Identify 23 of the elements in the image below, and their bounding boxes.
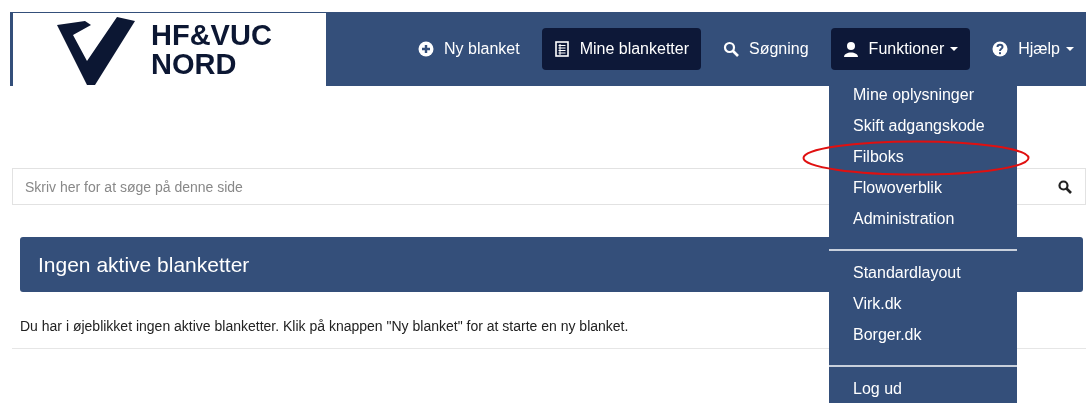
- nav-link[interactable]: Funktioner: [830, 28, 971, 70]
- help-icon: [992, 41, 1009, 57]
- nav-link[interactable]: Mine blanketter: [541, 28, 701, 70]
- menu-item[interactable]: Mine oplysninger: [853, 86, 974, 103]
- nav-link[interactable]: Ny blanket: [406, 28, 532, 70]
- menu-item[interactable]: Administration: [853, 210, 955, 227]
- user-icon: [842, 41, 859, 57]
- menu-item[interactable]: Flowoverblik: [853, 179, 942, 196]
- menu-item[interactable]: Skift adgangskode: [853, 117, 985, 134]
- menu-item[interactable]: Standardlayout: [853, 264, 961, 281]
- list-icon: [553, 41, 570, 57]
- search-icon[interactable]: [1058, 180, 1072, 194]
- menu-item[interactable]: Filboks: [853, 148, 904, 165]
- nav-link[interactable]: Hjælp: [980, 28, 1086, 70]
- nav-link[interactable]: Søgning: [711, 28, 821, 70]
- logo-text: HF&VUC: [151, 20, 272, 50]
- search-icon: [723, 41, 739, 57]
- menu-item[interactable]: Log ud: [853, 380, 902, 397]
- logo-text: NORD: [151, 49, 238, 79]
- plus-icon: [418, 41, 435, 57]
- empty-message: Du har i øjeblikket ingen aktive blanketter. Klik på knappen "Ny blanket" for at starte en ny blanket.: [20, 317, 629, 336]
- menu-item[interactable]: Virk.dk: [853, 295, 902, 312]
- menu-item[interactable]: Borger.dk: [853, 326, 922, 343]
